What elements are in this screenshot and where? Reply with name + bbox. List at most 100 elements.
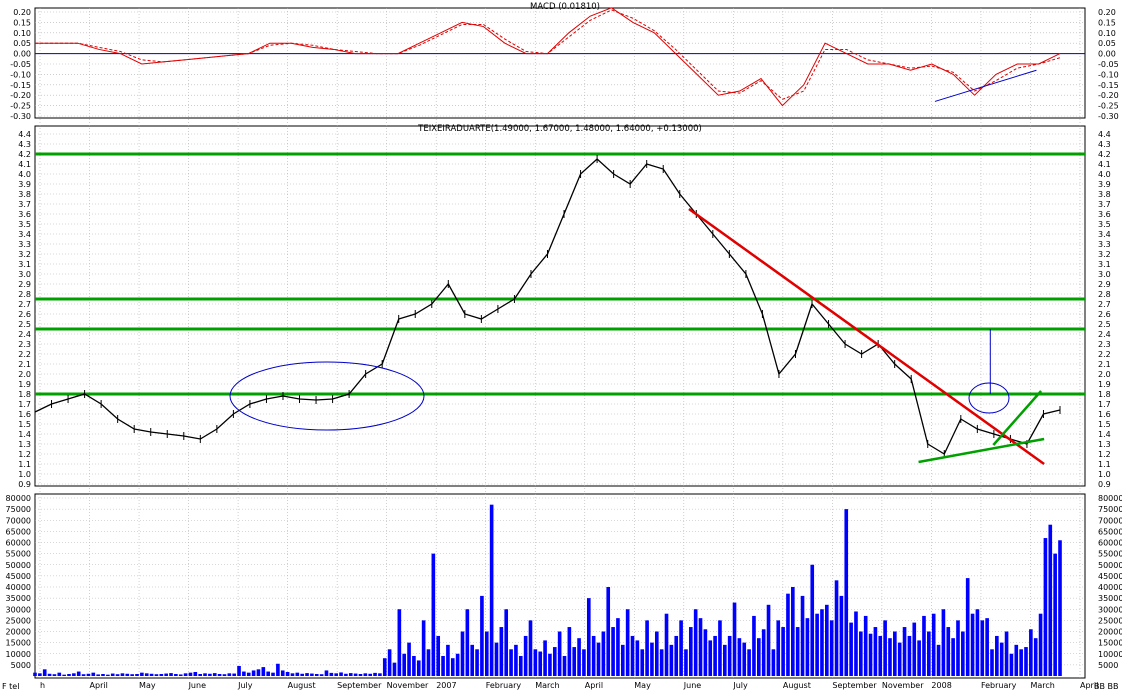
price-tick-label-right: 2.6 <box>1098 310 1111 319</box>
volume-bar <box>412 655 416 676</box>
volume-bar <box>965 578 970 676</box>
macd-tick-label-right: -0.15 <box>1098 81 1119 90</box>
volume-bar <box>825 604 829 676</box>
volume-bar <box>178 674 183 676</box>
volume-bar <box>149 673 154 676</box>
volume-bar <box>956 620 960 676</box>
volume-bar <box>246 672 251 676</box>
volume-bar <box>373 672 377 676</box>
volume-bar <box>946 627 951 676</box>
price-tick-label-right: 1.1 <box>1098 460 1111 469</box>
volume-tick-label-right: 60000 <box>1098 539 1122 548</box>
price-tick-label-left: 4.1 <box>18 160 31 169</box>
price-tick-label-right: 1.0 <box>1098 470 1111 479</box>
volume-bar <box>752 615 756 676</box>
price-tick-label-left: 2.8 <box>18 290 31 299</box>
volume-tick-label-right: 15000 <box>1098 639 1122 648</box>
time-tick-label: June <box>188 681 207 690</box>
time-tick-label: November <box>387 681 429 690</box>
volume-bar <box>815 613 819 676</box>
volume-bar <box>1033 638 1038 676</box>
volume-tick-label-left: 15000 <box>6 639 31 648</box>
volume-bar <box>980 620 985 676</box>
time-tick-label: November <box>882 681 924 690</box>
volume-tick-label-left: 30000 <box>6 605 31 614</box>
volume-bar <box>1053 553 1057 676</box>
price-tick-label-right: 2.0 <box>1098 370 1111 379</box>
volume-bar <box>193 671 198 676</box>
volume-bar <box>883 620 887 676</box>
time-tick-label: February <box>981 681 1017 690</box>
volume-tick-label-left: 35000 <box>6 594 31 603</box>
volume-bar <box>154 674 159 676</box>
volume-bar <box>256 669 261 676</box>
price-tick-label-left: 1.7 <box>18 400 31 409</box>
volume-tick-label-right: 5000 <box>1098 661 1118 670</box>
price-tick-label-right: 1.3 <box>1098 440 1111 449</box>
volume-bar <box>572 647 577 676</box>
volume-bar <box>688 627 693 676</box>
volume-bar <box>514 644 518 676</box>
volume-bar <box>562 655 567 676</box>
volume-bar <box>995 635 999 676</box>
volume-bar <box>625 609 630 676</box>
volume-bar <box>106 674 110 676</box>
volume-bar <box>902 627 907 676</box>
volume-bar <box>757 638 761 676</box>
volume-bar <box>484 631 489 676</box>
volume-bar <box>227 673 232 676</box>
volume-bar <box>47 673 52 676</box>
volume-bar <box>795 627 800 676</box>
volume-bar <box>552 647 557 676</box>
volume-bar <box>397 609 402 676</box>
volume-bar <box>382 658 387 676</box>
macd-tick-label-right: 0.10 <box>1098 29 1116 38</box>
time-tick-label: February <box>486 681 522 690</box>
volume-tick-label-left: 75000 <box>6 505 31 514</box>
volume-bar <box>460 631 465 676</box>
volume-bar <box>1004 631 1009 676</box>
volume-bar <box>344 673 348 676</box>
volume-bar <box>640 649 645 676</box>
volume-bar <box>91 672 96 676</box>
volume-bar <box>33 672 37 676</box>
volume-bar <box>548 653 552 676</box>
volume-bar <box>679 620 683 676</box>
time-tick-label: March <box>1030 681 1054 690</box>
volume-bar <box>494 642 499 676</box>
volume-bar <box>897 642 902 676</box>
volume-bar <box>917 640 921 676</box>
volume-bar <box>523 635 528 676</box>
volume-bar <box>616 618 620 676</box>
volume-bar <box>489 504 494 676</box>
volume-bar <box>96 674 100 676</box>
price-tick-label-right: 2.9 <box>1098 280 1111 289</box>
volume-bar <box>713 635 717 676</box>
volume-bar <box>669 644 674 676</box>
volume-bar <box>873 627 878 676</box>
volume-bar <box>620 644 625 676</box>
volume-bar <box>1009 653 1014 676</box>
volume-bar <box>533 649 538 676</box>
macd-tick-label-left: -0.15 <box>10 81 31 90</box>
volume-tick-label-left: 65000 <box>6 527 31 536</box>
price-tick-label-right: 3.7 <box>1098 200 1111 209</box>
volume-bar <box>893 631 897 676</box>
volume-bar <box>863 615 868 676</box>
volume-bar <box>188 672 193 676</box>
volume-bar <box>348 673 353 676</box>
macd-tick-label-left: 0.10 <box>13 29 31 38</box>
volume-bar <box>582 649 586 676</box>
volume-bar <box>951 638 955 676</box>
volume-bar <box>859 631 863 676</box>
volume-bar <box>86 673 91 676</box>
volume-bar <box>407 642 411 676</box>
volume-bar <box>693 609 698 676</box>
volume-bar <box>319 674 324 676</box>
price-tick-label-left: 2.9 <box>18 280 31 289</box>
time-tick-label: July <box>732 681 748 690</box>
volume-bar <box>509 649 513 676</box>
macd-tick-label-left: -0.25 <box>10 102 31 111</box>
price-tick-label-left: 2.5 <box>18 320 31 329</box>
volume-bar <box>310 673 314 676</box>
